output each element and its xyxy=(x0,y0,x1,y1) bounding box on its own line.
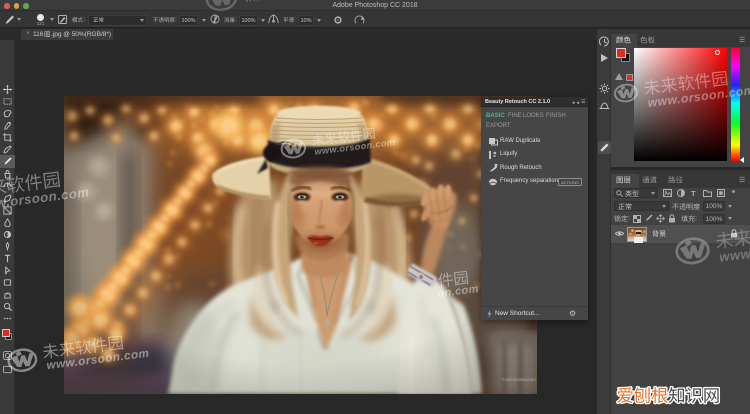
svg-text:© ANTON BEAULIEU: © ANTON BEAULIEU xyxy=(502,378,536,382)
